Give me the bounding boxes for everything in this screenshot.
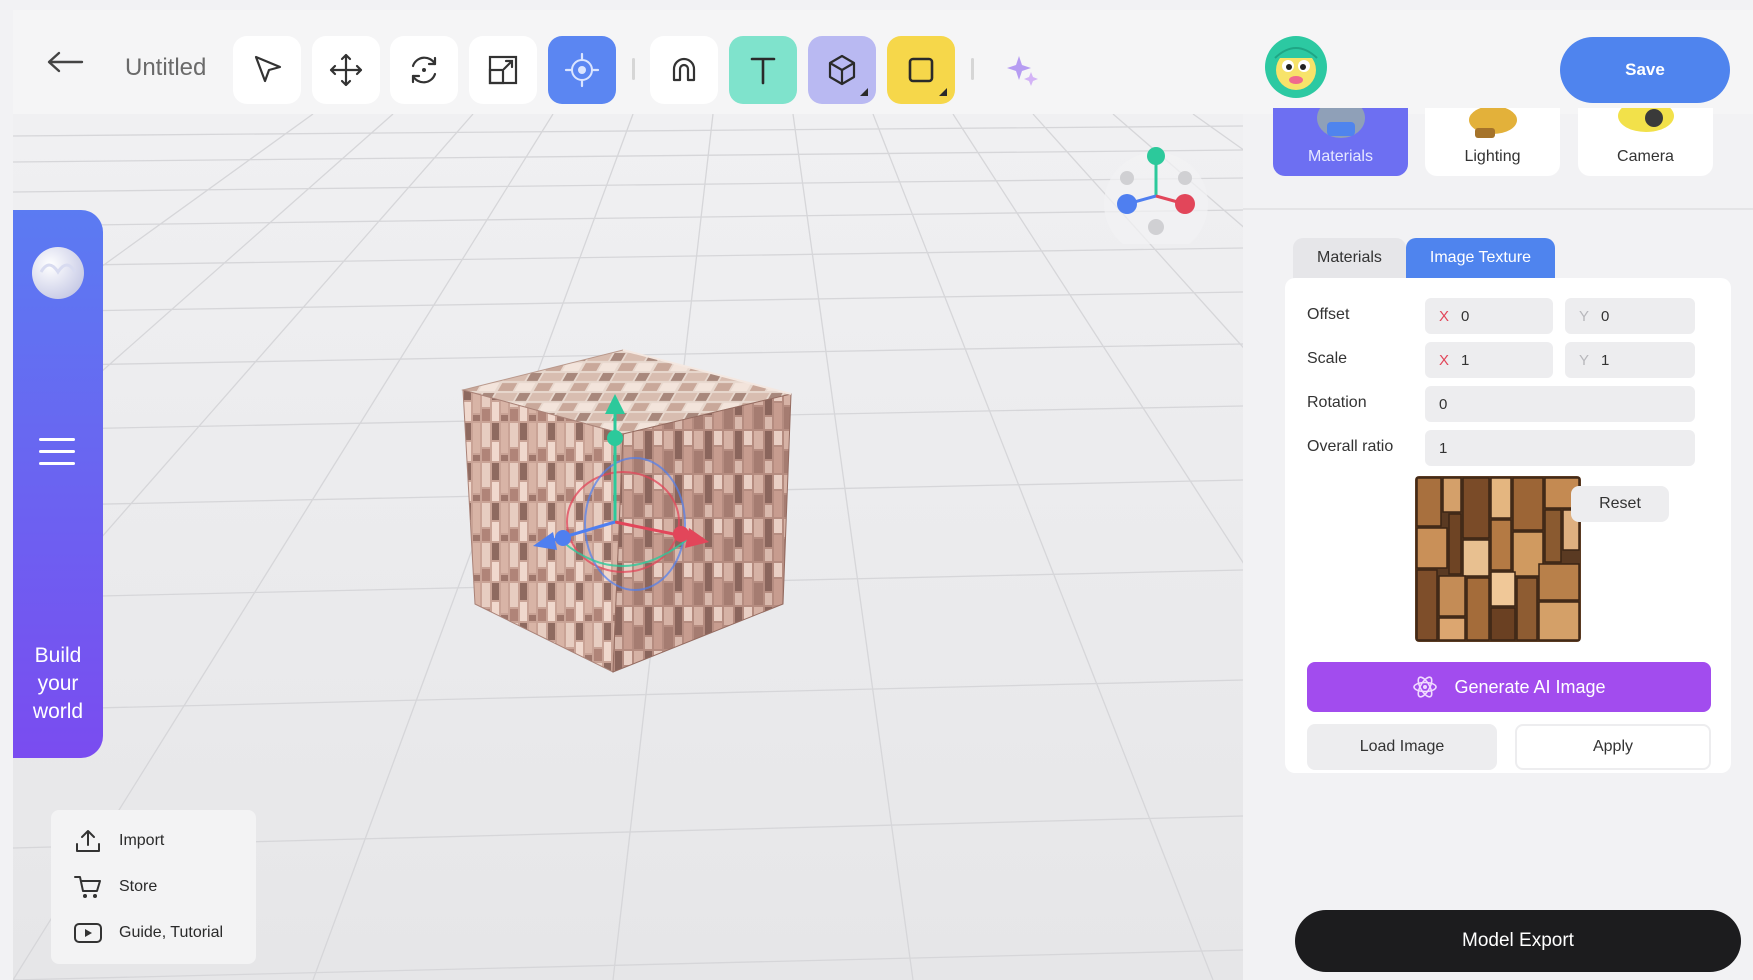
y-axis-label: Y: [1579, 307, 1590, 325]
atom-icon: [1413, 676, 1438, 698]
category-materials[interactable]: Materials: [1273, 108, 1408, 176]
toolbar-separator: [632, 58, 635, 80]
rotate-icon: [411, 56, 437, 84]
reset-button[interactable]: Reset: [1571, 486, 1669, 522]
scale-x-value: 1: [1461, 351, 1470, 369]
play-icon: [74, 923, 102, 943]
text-t-icon: [750, 57, 776, 85]
category-lighting[interactable]: Lighting: [1425, 108, 1560, 176]
build-your-world-text: Build your world: [13, 642, 103, 726]
panel-divider: [1243, 208, 1753, 210]
overall-ratio-value: 1: [1439, 439, 1448, 457]
cursor-arrow-icon: [254, 55, 282, 83]
x-axis-label: X: [1439, 307, 1450, 325]
overall-ratio-label: Overall ratio: [1307, 438, 1394, 455]
import-menu-item[interactable]: Import: [73, 826, 164, 856]
generate-ai-image-button[interactable]: Generate AI Image: [1307, 662, 1711, 712]
load-image-button[interactable]: Load Image: [1307, 724, 1497, 770]
offset-y-input[interactable]: Y 0: [1565, 298, 1695, 334]
gizmo-icon: [564, 52, 600, 88]
material-tabs: Materials Image Texture: [1293, 238, 1555, 278]
move-arrows-icon: [329, 53, 363, 87]
offset-x-input[interactable]: X 0: [1425, 298, 1553, 334]
cart-icon: [74, 876, 101, 898]
3d-viewport[interactable]: Build your world Import Store Guide, Tut…: [13, 114, 1243, 980]
store-label: Store: [119, 878, 158, 895]
upload-icon: [76, 830, 100, 852]
build-text-line: your: [37, 672, 79, 695]
generate-ai-image-label: Generate AI Image: [1454, 676, 1606, 697]
category-camera[interactable]: Camera: [1578, 108, 1713, 176]
move-tool-button[interactable]: [312, 36, 380, 104]
category-label: Camera: [1617, 148, 1674, 165]
select-tool-button[interactable]: [233, 36, 301, 104]
model-export-button[interactable]: Model Export: [1295, 910, 1741, 972]
guide-menu-item[interactable]: Guide, Tutorial: [73, 918, 223, 948]
import-label: Import: [119, 832, 165, 849]
bottom-left-menu: Import Store Guide, Tutorial: [51, 810, 256, 964]
scale-tool-button[interactable]: [469, 36, 537, 104]
rotation-label: Rotation: [1307, 394, 1367, 411]
camera-icon: [1618, 108, 1674, 132]
apply-button[interactable]: Apply: [1515, 724, 1711, 770]
material-ball-icon: [1317, 108, 1365, 138]
texture-thumbnail[interactable]: [1415, 476, 1581, 642]
magnet-tool-button[interactable]: [650, 36, 718, 104]
dropdown-corner-indicator: [939, 88, 947, 96]
category-label: Lighting: [1464, 148, 1521, 165]
build-text-line: world: [32, 700, 84, 723]
avatar-character-icon: [1274, 47, 1318, 90]
scale-label: Scale: [1307, 350, 1348, 367]
offset-x-value: 0: [1461, 307, 1470, 325]
tab-image-texture[interactable]: Image Texture: [1405, 238, 1555, 278]
build-your-world-panel: Build your world: [13, 210, 103, 758]
cube-icon: [828, 54, 856, 86]
menu-button[interactable]: [35, 432, 79, 472]
tab-materials[interactable]: Materials: [1293, 238, 1406, 278]
world-globe-button[interactable]: [27, 242, 89, 304]
rotation-input[interactable]: 0: [1425, 386, 1695, 422]
document-title[interactable]: Untitled: [125, 54, 206, 82]
hamburger-line: [39, 450, 75, 453]
square-icon: [908, 57, 934, 83]
back-button[interactable]: [43, 40, 87, 84]
ai-tool-button[interactable]: [988, 36, 1056, 104]
scale-y-input[interactable]: Y 1: [1565, 342, 1695, 378]
textured-cube-object[interactable]: [453, 342, 833, 702]
y-axis-label: Y: [1579, 351, 1590, 369]
scale-icon: [488, 55, 518, 85]
offset-y-value: 0: [1601, 307, 1610, 325]
sparkle-icon: [1007, 56, 1038, 86]
hamburger-line: [39, 438, 75, 441]
text-tool-button[interactable]: [729, 36, 797, 104]
shape-2d-tool-button[interactable]: [887, 36, 955, 104]
scale-x-input[interactable]: X 1: [1425, 342, 1553, 378]
top-toolbar: Untitled Save: [13, 10, 1753, 114]
rotate-tool-button[interactable]: [390, 36, 458, 104]
offset-label: Offset: [1307, 306, 1350, 323]
dropdown-corner-indicator: [860, 88, 868, 96]
hamburger-line: [39, 462, 75, 465]
shape-3d-tool-button[interactable]: [808, 36, 876, 104]
guide-label: Guide, Tutorial: [119, 924, 224, 941]
build-text-line: Build: [34, 644, 82, 667]
arrow-left-icon: [47, 51, 84, 73]
x-axis-label: X: [1439, 351, 1450, 369]
category-label: Materials: [1308, 148, 1373, 165]
user-avatar[interactable]: [1265, 36, 1327, 98]
store-menu-item[interactable]: Store: [73, 872, 157, 902]
cloud-sphere-icon: [32, 247, 84, 299]
transform-tool-button[interactable]: [548, 36, 616, 104]
properties-panel: Materials Lighting Camera Materials Imag…: [1243, 108, 1753, 980]
overall-ratio-input[interactable]: 1: [1425, 430, 1695, 466]
texture-properties-card: Offset X 0 Y 0 Scale X 1 Y 1 Rotation 0: [1285, 278, 1731, 773]
orientation-gizmo[interactable]: [1091, 144, 1221, 244]
lamp-icon: [1469, 108, 1517, 138]
scale-y-value: 1: [1601, 351, 1610, 369]
toolbar-separator: [971, 58, 974, 80]
app-window: Untitled Save Build your world Import St…: [13, 10, 1753, 980]
magnet-icon: [672, 57, 696, 82]
save-button[interactable]: Save: [1560, 37, 1730, 103]
rotation-value: 0: [1439, 395, 1448, 413]
